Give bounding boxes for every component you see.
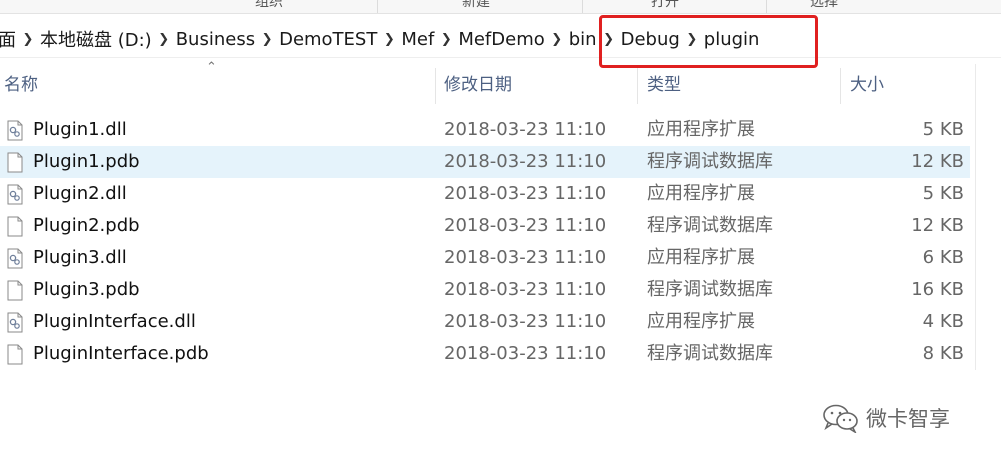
chevron-right-icon[interactable]: ❯ [18, 32, 38, 47]
file-name: Plugin3.dll [33, 247, 127, 268]
column-divider[interactable] [840, 68, 841, 104]
file-size: 8 KB [922, 343, 964, 364]
dll-icon [7, 312, 23, 333]
chevron-right-icon[interactable]: ❯ [682, 32, 702, 47]
file-date: 2018-03-23 11:10 [444, 311, 607, 332]
file-row[interactable]: Plugin2.dll 2018-03-23 11:10 应用程序扩展 5 KB [0, 178, 970, 210]
breadcrumb: 面 ❯ 本地磁盘 (D:) ❯ Business ❯ DemoTEST ❯ Me… [0, 26, 761, 52]
ribbon-separator [377, 0, 378, 13]
dll-icon [7, 184, 23, 205]
breadcrumb-item-plugin[interactable]: plugin [702, 29, 762, 50]
ribbon: 组织 新建 打开 选择 [0, 0, 1001, 14]
ribbon-group-select[interactable]: 选择 [810, 0, 838, 11]
breadcrumb-item-desktop[interactable]: 面 [0, 26, 18, 52]
column-edge [975, 64, 976, 370]
breadcrumb-item-bin[interactable]: bin [567, 29, 599, 50]
file-type: 应用程序扩展 [647, 119, 755, 140]
file-name: PluginInterface.pdb [33, 343, 209, 364]
address-bar[interactable]: 面 ❯ 本地磁盘 (D:) ❯ Business ❯ DemoTEST ❯ Me… [0, 14, 1001, 58]
chevron-right-icon[interactable]: ❯ [599, 32, 619, 47]
file-size: 4 KB [922, 311, 964, 332]
file-type: 程序调试数据库 [647, 279, 773, 300]
file-name: Plugin2.dll [33, 183, 127, 204]
file-size: 6 KB [922, 247, 964, 268]
file-icon [7, 280, 23, 301]
file-row[interactable]: Plugin3.pdb 2018-03-23 11:10 程序调试数据库 16 KB [0, 274, 970, 306]
file-size: 12 KB [911, 151, 964, 172]
file-size: 5 KB [922, 183, 964, 204]
column-header-size[interactable]: 大小 [850, 64, 884, 106]
column-header-row: 名称 修改日期 类型 大小 [0, 64, 980, 106]
breadcrumb-item-mefdemo[interactable]: MefDemo [456, 29, 546, 50]
file-row[interactable]: Plugin2.pdb 2018-03-23 11:10 程序调试数据库 12 KB [0, 210, 970, 242]
file-date: 2018-03-23 11:10 [444, 215, 607, 236]
column-divider[interactable] [637, 68, 638, 104]
breadcrumb-item-demotest[interactable]: DemoTEST [277, 29, 379, 50]
wechat-icon [823, 404, 858, 433]
ribbon-group-organize[interactable]: 组织 [255, 0, 283, 11]
file-date: 2018-03-23 11:10 [444, 183, 607, 204]
breadcrumb-item-drive[interactable]: 本地磁盘 (D:) [38, 26, 154, 52]
file-name: Plugin1.dll [33, 119, 127, 140]
file-size: 5 KB [922, 119, 964, 140]
file-type: 应用程序扩展 [647, 247, 755, 268]
dll-icon [7, 248, 23, 269]
chevron-right-icon[interactable]: ❯ [436, 32, 456, 47]
breadcrumb-item-mef[interactable]: Mef [399, 29, 436, 50]
breadcrumb-item-business[interactable]: Business [174, 29, 257, 50]
breadcrumb-item-debug[interactable]: Debug [619, 29, 682, 50]
file-icon [7, 152, 23, 173]
file-icon [7, 344, 23, 365]
file-date: 2018-03-23 11:10 [444, 343, 607, 364]
ribbon-separator [582, 0, 583, 13]
column-header-name[interactable]: 名称 [4, 64, 38, 106]
file-name: Plugin3.pdb [33, 279, 140, 300]
file-name: Plugin1.pdb [33, 151, 140, 172]
dll-icon [7, 120, 23, 141]
file-type: 应用程序扩展 [647, 183, 755, 204]
file-row[interactable]: PluginInterface.dll 2018-03-23 11:10 应用程序扩… [0, 306, 970, 338]
file-row[interactable]: Plugin1.pdb 2018-03-23 11:10 程序调试数据库 12 KB [0, 146, 970, 178]
column-header-type[interactable]: 类型 [647, 64, 681, 106]
chevron-right-icon[interactable]: ❯ [379, 32, 399, 47]
file-type: 程序调试数据库 [647, 215, 773, 236]
watermark-text: 微卡智享 [866, 407, 950, 431]
column-divider[interactable] [435, 68, 436, 104]
file-size: 16 KB [911, 279, 964, 300]
file-list: Plugin1.dll 2018-03-23 11:10 应用程序扩展 5 KB Plu… [0, 114, 970, 370]
chevron-right-icon[interactable]: ❯ [154, 32, 174, 47]
file-icon [7, 216, 23, 237]
watermark: 微卡智享 [822, 403, 950, 433]
file-row[interactable]: PluginInterface.pdb 2018-03-23 11:10 程序调试数… [0, 338, 970, 370]
file-row[interactable]: Plugin1.dll 2018-03-23 11:10 应用程序扩展 5 KB [0, 114, 970, 146]
ribbon-separator [766, 0, 767, 13]
file-row[interactable]: Plugin3.dll 2018-03-23 11:10 应用程序扩展 6 KB [0, 242, 970, 274]
ribbon-group-open[interactable]: 打开 [651, 0, 679, 11]
file-type: 程序调试数据库 [647, 343, 773, 364]
column-header-date[interactable]: 修改日期 [444, 64, 512, 106]
file-date: 2018-03-23 11:10 [444, 151, 607, 172]
file-date: 2018-03-23 11:10 [444, 119, 607, 140]
sort-ascending-icon: ⌃ [206, 60, 217, 75]
file-date: 2018-03-23 11:10 [444, 279, 607, 300]
file-name: PluginInterface.dll [33, 311, 196, 332]
chevron-right-icon[interactable]: ❯ [547, 32, 567, 47]
file-type: 程序调试数据库 [647, 151, 773, 172]
file-date: 2018-03-23 11:10 [444, 247, 607, 268]
file-size: 12 KB [911, 215, 964, 236]
chevron-right-icon[interactable]: ❯ [257, 32, 277, 47]
ribbon-group-new[interactable]: 新建 [462, 0, 490, 11]
file-type: 应用程序扩展 [647, 311, 755, 332]
file-name: Plugin2.pdb [33, 215, 140, 236]
